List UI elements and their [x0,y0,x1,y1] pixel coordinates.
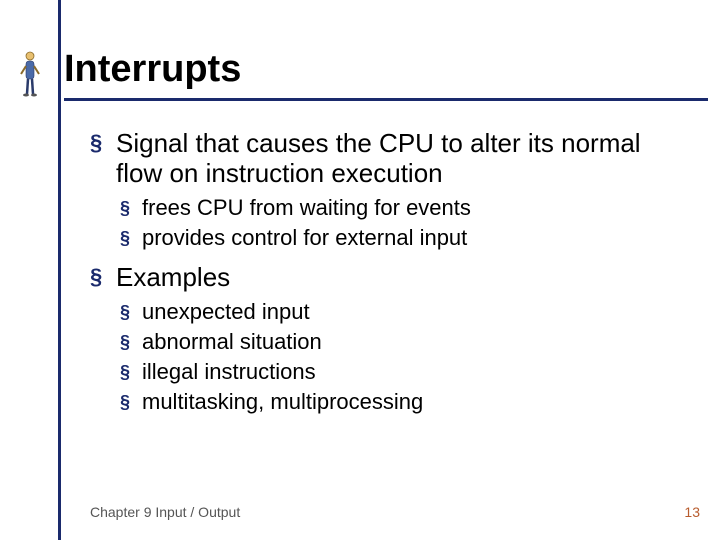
bullet-text: multitasking, multiprocessing [142,388,423,416]
bullet-glyph: § [120,224,142,252]
vertical-divider [58,0,61,540]
bullet-glyph: § [90,128,116,188]
decorative-figure-icon [18,50,42,98]
bullet-level1: § Examples [90,262,690,292]
bullet-glyph: § [120,194,142,222]
bullet-level2: § illegal instructions [120,358,690,386]
slide-content: § Signal that causes the CPU to alter it… [90,122,690,426]
bullet-text: Examples [116,262,230,292]
bullet-level2: § provides control for external input [120,224,690,252]
bullet-glyph: § [90,262,116,292]
footer-chapter: Chapter 9 Input / Output [90,504,240,520]
sub-bullet-group: § frees CPU from waiting for events § pr… [120,194,690,252]
bullet-glyph: § [120,388,142,416]
bullet-text: unexpected input [142,298,310,326]
bullet-glyph: § [120,358,142,386]
bullet-level1: § Signal that causes the CPU to alter it… [90,128,690,188]
bullet-text: provides control for external input [142,224,467,252]
bullet-level2: § frees CPU from waiting for events [120,194,690,222]
bullet-glyph: § [120,298,142,326]
bullet-level2: § unexpected input [120,298,690,326]
bullet-level2: § multitasking, multiprocessing [120,388,690,416]
slide-title-wrap: Interrupts [64,50,700,90]
bullet-text: abnormal situation [142,328,322,356]
sub-bullet-group: § unexpected input § abnormal situation … [120,298,690,416]
bullet-text: Signal that causes the CPU to alter its … [116,128,690,188]
bullet-text: illegal instructions [142,358,316,386]
slide-title: Interrupts [64,50,700,90]
bullet-level2: § abnormal situation [120,328,690,356]
footer-page-number: 13 [684,504,700,520]
bullet-text: frees CPU from waiting for events [142,194,471,222]
bullet-glyph: § [120,328,142,356]
title-underline [64,98,708,101]
